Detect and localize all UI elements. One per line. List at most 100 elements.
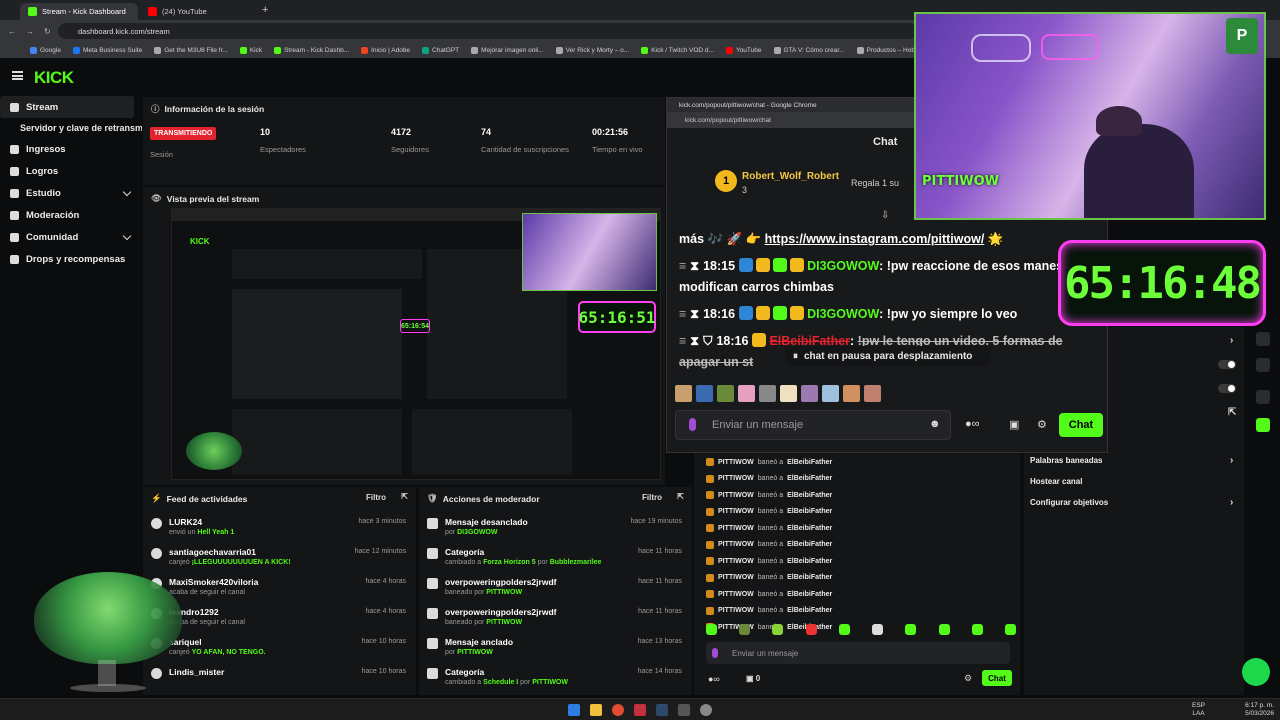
popout-settings-icon[interactable]: ⚙ — [1037, 418, 1047, 431]
bookmark-item[interactable]: Ver Rick y Morty – o... — [555, 46, 629, 54]
dashboard-chat-input[interactable]: Enviar un mensaje — [706, 642, 1010, 664]
setting-toggle-2[interactable] — [1218, 384, 1236, 393]
back-icon[interactable]: ← — [8, 27, 16, 36]
windows-start-icon[interactable] — [568, 704, 580, 716]
feed-row[interactable]: MaxiSmoker420viloria acaba de seguir el c… — [143, 573, 416, 603]
emote-icon[interactable] — [772, 624, 784, 635]
chatter-avatar[interactable] — [675, 385, 692, 402]
setting-toggle-1[interactable] — [1218, 360, 1236, 369]
emote-icon[interactable] — [739, 624, 751, 635]
mod-action-row[interactable]: overpoweringpolders2jrwdf baneado por PIT… — [419, 603, 692, 633]
bookmark-item[interactable]: YouTube — [725, 46, 762, 54]
file-explorer-icon[interactable] — [590, 704, 602, 716]
emote-icon[interactable] — [971, 624, 983, 635]
reload-icon[interactable]: ↻ — [44, 27, 51, 36]
bookmark-item[interactable]: Kick — [239, 46, 262, 54]
popout-points-icon[interactable]: ●∞ — [965, 418, 980, 430]
chatter-avatar[interactable] — [864, 385, 881, 402]
support-chat-icon[interactable] — [1242, 658, 1270, 686]
settings-row[interactable]: Configurar objetivos › — [1030, 497, 1233, 508]
sidebar-item-money[interactable]: Ingresos — [0, 138, 142, 160]
feed-row[interactable]: sariquel canjeó YO AFAN, NO TENGO. hace 10… — [143, 633, 416, 663]
stream-preview-video[interactable]: KICK 65:16:51 65:16:54 — [171, 208, 661, 480]
mod-filter-button[interactable]: Filtro — [642, 493, 662, 502]
chatter-avatar[interactable] — [759, 385, 776, 402]
bookmark-item[interactable]: Inicio | Adobe — [361, 46, 410, 54]
popout-chat-input[interactable]: Enviar un mensaje — [675, 410, 951, 440]
menu-icon[interactable] — [12, 71, 23, 80]
rail-icon-4[interactable] — [1256, 418, 1270, 432]
chat-message[interactable]: más 🎶 🚀 👉 https://www.instagram.com/pitt… — [679, 229, 1099, 250]
mod-action-row[interactable]: Mensaje desanclado por DI3GOWOW hace 19 mi… — [419, 513, 692, 543]
emote-icon[interactable] — [1004, 624, 1016, 635]
bookmark-item[interactable]: Stream - Kick Dashb... — [274, 46, 349, 54]
app-icon-1[interactable] — [678, 704, 690, 716]
feed-filter-button[interactable]: Filtro — [366, 493, 386, 502]
popout-gift-icon[interactable]: ▣ — [1009, 418, 1019, 431]
feed-row[interactable]: leandro1292 acaba de seguir el canal hace … — [143, 603, 416, 633]
kick-logo[interactable]: KICK — [34, 68, 74, 88]
gift-count[interactable]: ▣ 0 — [746, 674, 760, 683]
emote-icon[interactable] — [938, 624, 950, 635]
dashboard-chat-send-button[interactable]: Chat — [982, 670, 1012, 686]
bookmark-item[interactable]: ChatGPT — [422, 46, 459, 54]
emote-icon[interactable] — [838, 624, 850, 635]
sidebar-item-community[interactable]: Comunidad — [0, 226, 142, 248]
sidebar-item-studio[interactable]: Estudio — [0, 182, 142, 204]
bookmark-item[interactable]: Get the M3U8 File fr... — [154, 46, 228, 54]
emote-icon[interactable] — [805, 624, 817, 635]
mod-action-row[interactable]: Mensaje anclado por PITTIWOW hace 13 horas — [419, 633, 692, 663]
popout-send-button[interactable]: Chat — [1059, 413, 1103, 437]
emote-icon[interactable] — [706, 624, 717, 635]
rail-icon-1[interactable] — [1256, 332, 1270, 346]
chatter-avatar[interactable] — [696, 385, 713, 402]
bookmark-item[interactable]: Mejorar imagen onli... — [471, 46, 544, 54]
tab-youtube[interactable]: (24) YouTube — [140, 3, 258, 20]
chatter-avatar[interactable] — [738, 385, 755, 402]
chatter-avatar[interactable] — [780, 385, 797, 402]
address-bar[interactable]: dashboard.kick.com/stream — [58, 23, 918, 39]
chrome-icon[interactable] — [612, 704, 624, 716]
sidebar-item-gift[interactable]: Drops y recompensas — [0, 248, 142, 270]
mod-action-row[interactable]: overpoweringpolders2jrwdf baneado por PIT… — [419, 573, 692, 603]
emoji-icon[interactable]: ☻ — [929, 418, 941, 430]
chat-message[interactable]: ≡ ⧗ 18:15 DI3GOWOW: !pw reaccione de esos m… — [679, 256, 1099, 298]
scroll-down-icon[interactable]: ⇩ — [881, 210, 889, 221]
tab-stream-dashboard[interactable]: Stream - Kick Dashboard — [20, 3, 138, 20]
sidebar-item-trophy[interactable]: Logros — [0, 160, 142, 182]
chatter-avatar[interactable] — [843, 385, 860, 402]
bookmark-item[interactable]: Kick / Twitch VOD d... — [641, 46, 714, 54]
bookmark-item[interactable]: Google — [30, 46, 61, 54]
points-icon[interactable]: ●∞ — [708, 674, 720, 684]
chatter-avatar[interactable] — [801, 385, 818, 402]
bookmark-item[interactable]: GTA V: Cómo crear... — [773, 46, 845, 54]
chat-message[interactable]: ≡ ⧗ 18:16 DI3GOWOW: !pw yo siempre lo veo — [679, 304, 1099, 325]
pinned-username[interactable]: Robert_Wolf_Robert — [742, 171, 839, 182]
chatter-avatar[interactable] — [717, 385, 734, 402]
bookmark-item[interactable]: Meta Business Suite — [72, 46, 142, 54]
feed-row[interactable]: Lindis_mister hace 10 horas — [143, 663, 416, 693]
sidebar-item-stream[interactable]: Stream — [0, 96, 134, 118]
new-tab-icon[interactable]: + — [262, 4, 268, 16]
rail-icon-3[interactable] — [1256, 390, 1270, 404]
feed-popout-icon[interactable]: ⇱ — [401, 492, 408, 501]
settings-row[interactable]: Palabras baneadas › — [1030, 455, 1233, 466]
sidebar-item-shield[interactable]: Moderación — [0, 204, 142, 226]
clock[interactable]: 6:17 p. m. 5/03/2026 — [1226, 702, 1274, 718]
mod-popout-icon[interactable]: ⇱ — [677, 492, 684, 501]
mod-action-row[interactable]: Categoría cambiado a Forza Horizon 5 por … — [419, 543, 692, 573]
chat-paused-banner[interactable]: ⏸ chat en pausa para desplazamiento — [785, 346, 991, 366]
feed-row[interactable]: santiagoechavarria01 canjeó ¡LLEGUUUUUUUU… — [143, 543, 416, 573]
chatter-avatar[interactable] — [822, 385, 839, 402]
adobe-icon[interactable] — [634, 704, 646, 716]
steam-icon[interactable] — [656, 704, 668, 716]
language-indicator[interactable]: ESP LAA — [1192, 702, 1205, 718]
rail-icon-2[interactable] — [1256, 358, 1270, 372]
app-icon-2[interactable] — [700, 704, 712, 716]
feed-row[interactable]: LURK24 envió un Hell Yeah 1 hace 3 minutos — [143, 513, 416, 543]
settings-row[interactable]: Hostear canal — [1030, 477, 1082, 486]
chat-settings-icon[interactable]: ⚙ — [964, 673, 972, 684]
forward-icon[interactable]: → — [26, 27, 34, 36]
instagram-link[interactable]: https://www.instagram.com/pittiwow/ — [765, 232, 985, 246]
sidebar-item-server-key[interactable]: Servidor y clave de retransmisión — [0, 118, 142, 138]
